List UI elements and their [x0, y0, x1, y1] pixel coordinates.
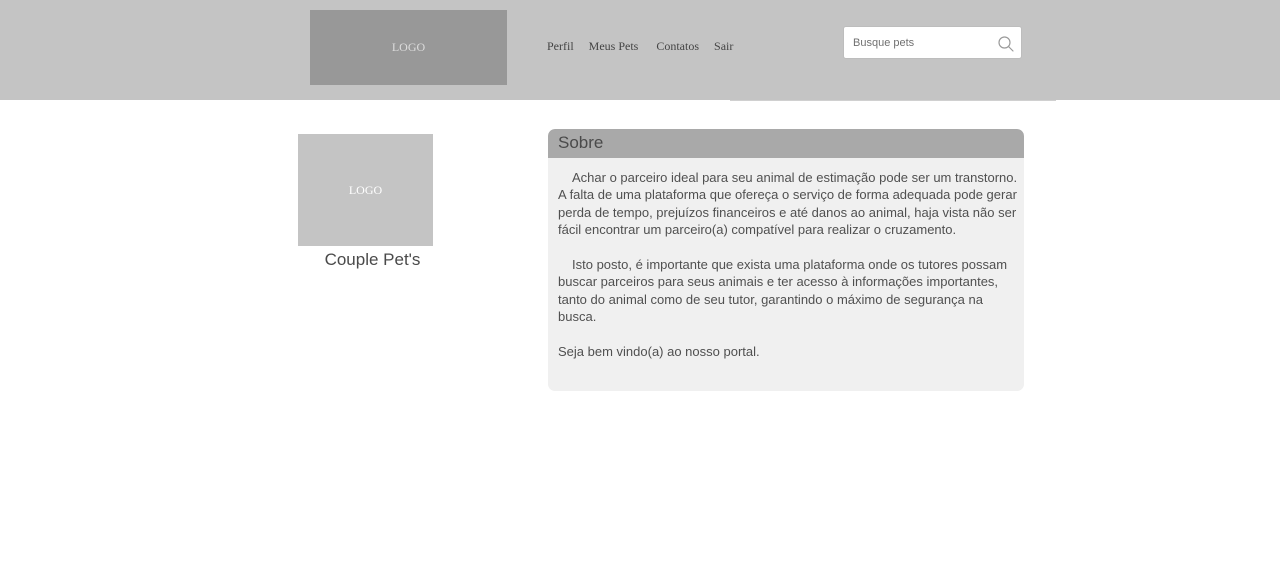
header-logo[interactable]: LOGO: [310, 10, 507, 85]
search-box: [843, 26, 1022, 59]
nav-link-sair[interactable]: Sair: [714, 39, 733, 54]
about-title-bar: Sobre: [548, 129, 1024, 158]
about-welcome: Seja bem vindo(a) ao nosso portal.: [558, 344, 760, 360]
about-paragraph: Achar o parceiro ideal para seu animal d…: [558, 170, 1018, 238]
about-body: Achar o parceiro ideal para seu animal d…: [558, 169, 1018, 378]
header-divider: [730, 100, 1056, 101]
main-nav: Perfil Meus Pets Contatos Sair: [547, 39, 733, 54]
nav-link-contatos[interactable]: Contatos: [656, 39, 699, 54]
profile-logo: LOGO: [298, 134, 433, 246]
search-input[interactable]: [853, 33, 993, 52]
search-icon[interactable]: [997, 35, 1015, 53]
about-card: Sobre Achar o parceiro ideal para seu an…: [548, 129, 1024, 391]
profile-logo-text: LOGO: [348, 182, 383, 197]
about-paragraph: Isto posto, é importante que exista uma …: [558, 257, 1008, 325]
nav-link-meus-pets[interactable]: Meus Pets: [589, 39, 639, 54]
profile-name: Couple Pet's: [324, 250, 421, 269]
header: LOGO Perfil Meus Pets Contatos Sair: [0, 0, 1280, 100]
about-title: Sobre: [558, 133, 604, 152]
header-logo-text: LOGO: [391, 40, 426, 54]
nav-link-perfil[interactable]: Perfil: [547, 39, 574, 54]
